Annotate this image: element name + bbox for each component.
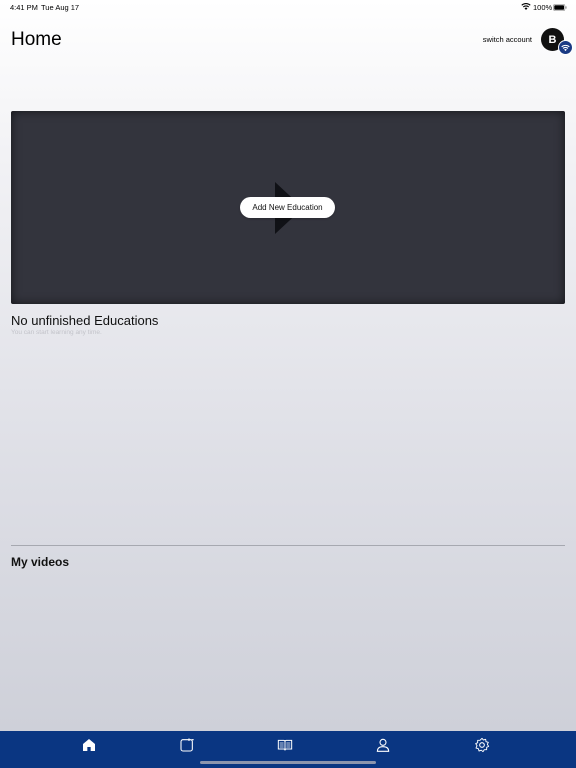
profile-icon[interactable]	[375, 737, 391, 753]
calendar-icon[interactable]	[179, 737, 195, 753]
battery-icon	[553, 4, 567, 11]
status-date: Tue Aug 17	[41, 3, 80, 12]
wifi-icon	[521, 3, 531, 10]
settings-icon[interactable]	[474, 737, 490, 753]
unfinished-educations-subtext: You can start learning any time.	[11, 329, 102, 336]
home-icon[interactable]	[81, 737, 97, 753]
status-bar: 4:41 PM Tue Aug 17 100%	[0, 0, 576, 14]
battery-percent: 100%	[533, 3, 553, 12]
add-new-education-button[interactable]: Add New Education	[240, 197, 335, 218]
home-screen: 4:41 PM Tue Aug 17 100% Home switch acco…	[0, 0, 576, 768]
section-divider	[11, 545, 565, 546]
avatar-initial: B	[548, 33, 557, 46]
page-title: Home	[11, 29, 62, 50]
book-icon[interactable]	[277, 737, 293, 753]
wifi-badge-icon	[558, 40, 573, 55]
home-indicator[interactable]	[200, 761, 376, 764]
unfinished-educations-heading: No unfinished Educations	[11, 313, 159, 328]
my-videos-heading: My videos	[11, 555, 70, 569]
switch-account-link[interactable]: switch account	[483, 35, 532, 44]
status-time: 4:41 PM	[10, 3, 38, 12]
